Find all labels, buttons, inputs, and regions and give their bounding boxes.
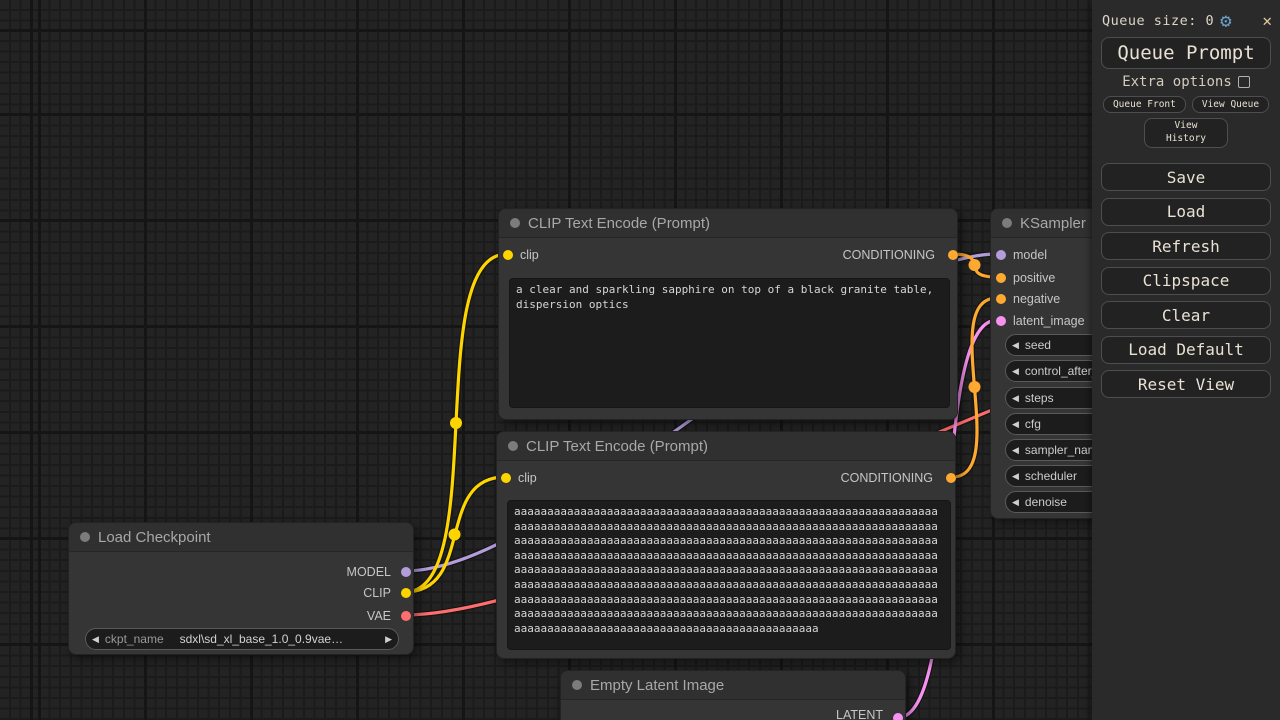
widget-label: denoise [1025,495,1067,509]
input-slot-label: latent_image [1013,314,1085,328]
prompt-textarea[interactable]: a clear and sparkling sapphire on top of… [509,278,950,408]
comfyui-app: { "ui": { "arrow_left": "◀", "arrow_righ… [0,0,1280,720]
queue-prompt-button[interactable]: Queue Prompt [1101,37,1271,69]
load-button[interactable]: Load [1101,198,1271,226]
view-history-button[interactable]: View History [1144,118,1228,148]
vae-output-port[interactable] [401,611,411,621]
prompt-textarea[interactable]: aaaaaaaaaaaaaaaaaaaaaaaaaaaaaaaaaaaaaaaa… [507,500,951,650]
arrow-left-icon[interactable]: ◀ [1006,445,1025,456]
load-default-button[interactable]: Load Default [1101,336,1271,364]
conditioning-output-port[interactable] [946,473,956,483]
node-title: Empty Latent Image [590,677,724,694]
latent-output-port[interactable] [893,713,903,720]
widget-label: ckpt_name [105,632,164,646]
arrow-left-icon[interactable]: ◀ [1006,393,1025,404]
output-slot-label: CONDITIONING [843,248,935,262]
conditioning-output-port[interactable] [948,250,958,260]
queue-front-button[interactable]: Queue Front [1103,96,1186,113]
extra-options-label: Extra options [1122,74,1232,90]
node-title: CLIP Text Encode (Prompt) [526,438,708,455]
input-slot-label: model [1013,248,1047,262]
collapse-dot-icon[interactable] [572,680,582,690]
input-slot-label: negative [1013,292,1060,306]
collapse-dot-icon[interactable] [508,441,518,451]
node-title-bar[interactable]: Empty Latent Image [561,671,905,700]
clip-output-port[interactable] [401,588,411,598]
link-midpoint-dot [969,259,981,271]
node-title: KSampler [1020,215,1086,232]
clip-input-port[interactable] [501,473,511,483]
node-title: CLIP Text Encode (Prompt) [528,215,710,232]
collapse-dot-icon[interactable] [80,532,90,542]
arrow-left-icon[interactable]: ◀ [86,634,105,645]
link-midpoint-dot [450,417,462,429]
node-clip-text-encode-1[interactable]: CLIP Text Encode (Prompt) clip CONDITION… [498,208,958,420]
reset-view-button[interactable]: Reset View [1101,370,1271,398]
collapse-dot-icon[interactable] [510,218,520,228]
output-slot-label: LATENT [836,708,883,720]
arrow-left-icon[interactable]: ◀ [1006,419,1025,430]
widget-value: sdxl\sd_xl_base_1.0_0.9vae… [180,632,343,646]
gear-icon[interactable]: ⚙ [1220,12,1231,31]
positive-input-port[interactable] [996,273,1006,283]
model-input-port[interactable] [996,250,1006,260]
model-output-port[interactable] [401,567,411,577]
ckpt-name-widget[interactable]: ◀ ckpt_name sdxl\sd_xl_base_1.0_0.9vae… … [85,628,399,650]
input-slot-label: clip [518,471,537,485]
refresh-button[interactable]: Refresh [1101,232,1271,260]
arrow-right-icon[interactable]: ▶ [379,634,398,645]
widget-label: seed [1025,338,1051,352]
node-title-bar[interactable]: Load Checkpoint [69,523,413,552]
widget-label: scheduler [1025,469,1077,483]
widget-label: cfg [1025,417,1041,431]
node-empty-latent-image[interactable]: Empty Latent Image LATENT [560,670,906,720]
link-midpoint-dot [969,381,981,393]
collapse-dot-icon[interactable] [1002,218,1012,228]
arrow-left-icon[interactable]: ◀ [1006,471,1025,482]
negative-input-port[interactable] [996,294,1006,304]
link-midpoint-dot [449,529,461,541]
input-slot-label: positive [1013,271,1055,285]
node-clip-text-encode-2[interactable]: CLIP Text Encode (Prompt) clip CONDITION… [496,431,956,659]
clear-button[interactable]: Clear [1101,301,1271,329]
close-icon[interactable]: ✕ [1262,13,1272,29]
clip-input-port[interactable] [503,250,513,260]
arrow-left-icon[interactable]: ◀ [1006,497,1025,508]
input-slot-label: clip [520,248,539,262]
latent-image-input-port[interactable] [996,316,1006,326]
node-title: Load Checkpoint [98,529,211,546]
view-queue-button[interactable]: View Queue [1192,96,1269,113]
arrow-left-icon[interactable]: ◀ [1006,340,1025,351]
widget-label: steps [1025,391,1054,405]
node-load-checkpoint[interactable]: Load Checkpoint MODEL CLIP VAE ◀ ckpt_na… [68,522,414,655]
output-slot-label: CONDITIONING [841,471,933,485]
clipspace-button[interactable]: Clipspace [1101,267,1271,295]
comfy-menu: Queue size: 0 ⚙ ✕ Queue Prompt Extra opt… [1092,0,1280,720]
arrow-left-icon[interactable]: ◀ [1006,366,1025,377]
queue-size-label: Queue size: 0 [1102,13,1214,29]
save-button[interactable]: Save [1101,163,1271,191]
node-title-bar[interactable]: CLIP Text Encode (Prompt) [497,432,955,461]
output-slot-label: MODEL [347,565,391,579]
node-title-bar[interactable]: CLIP Text Encode (Prompt) [499,209,957,238]
output-slot-label: CLIP [363,586,391,600]
extra-options-checkbox[interactable] [1238,76,1250,88]
output-slot-label: VAE [367,609,391,623]
